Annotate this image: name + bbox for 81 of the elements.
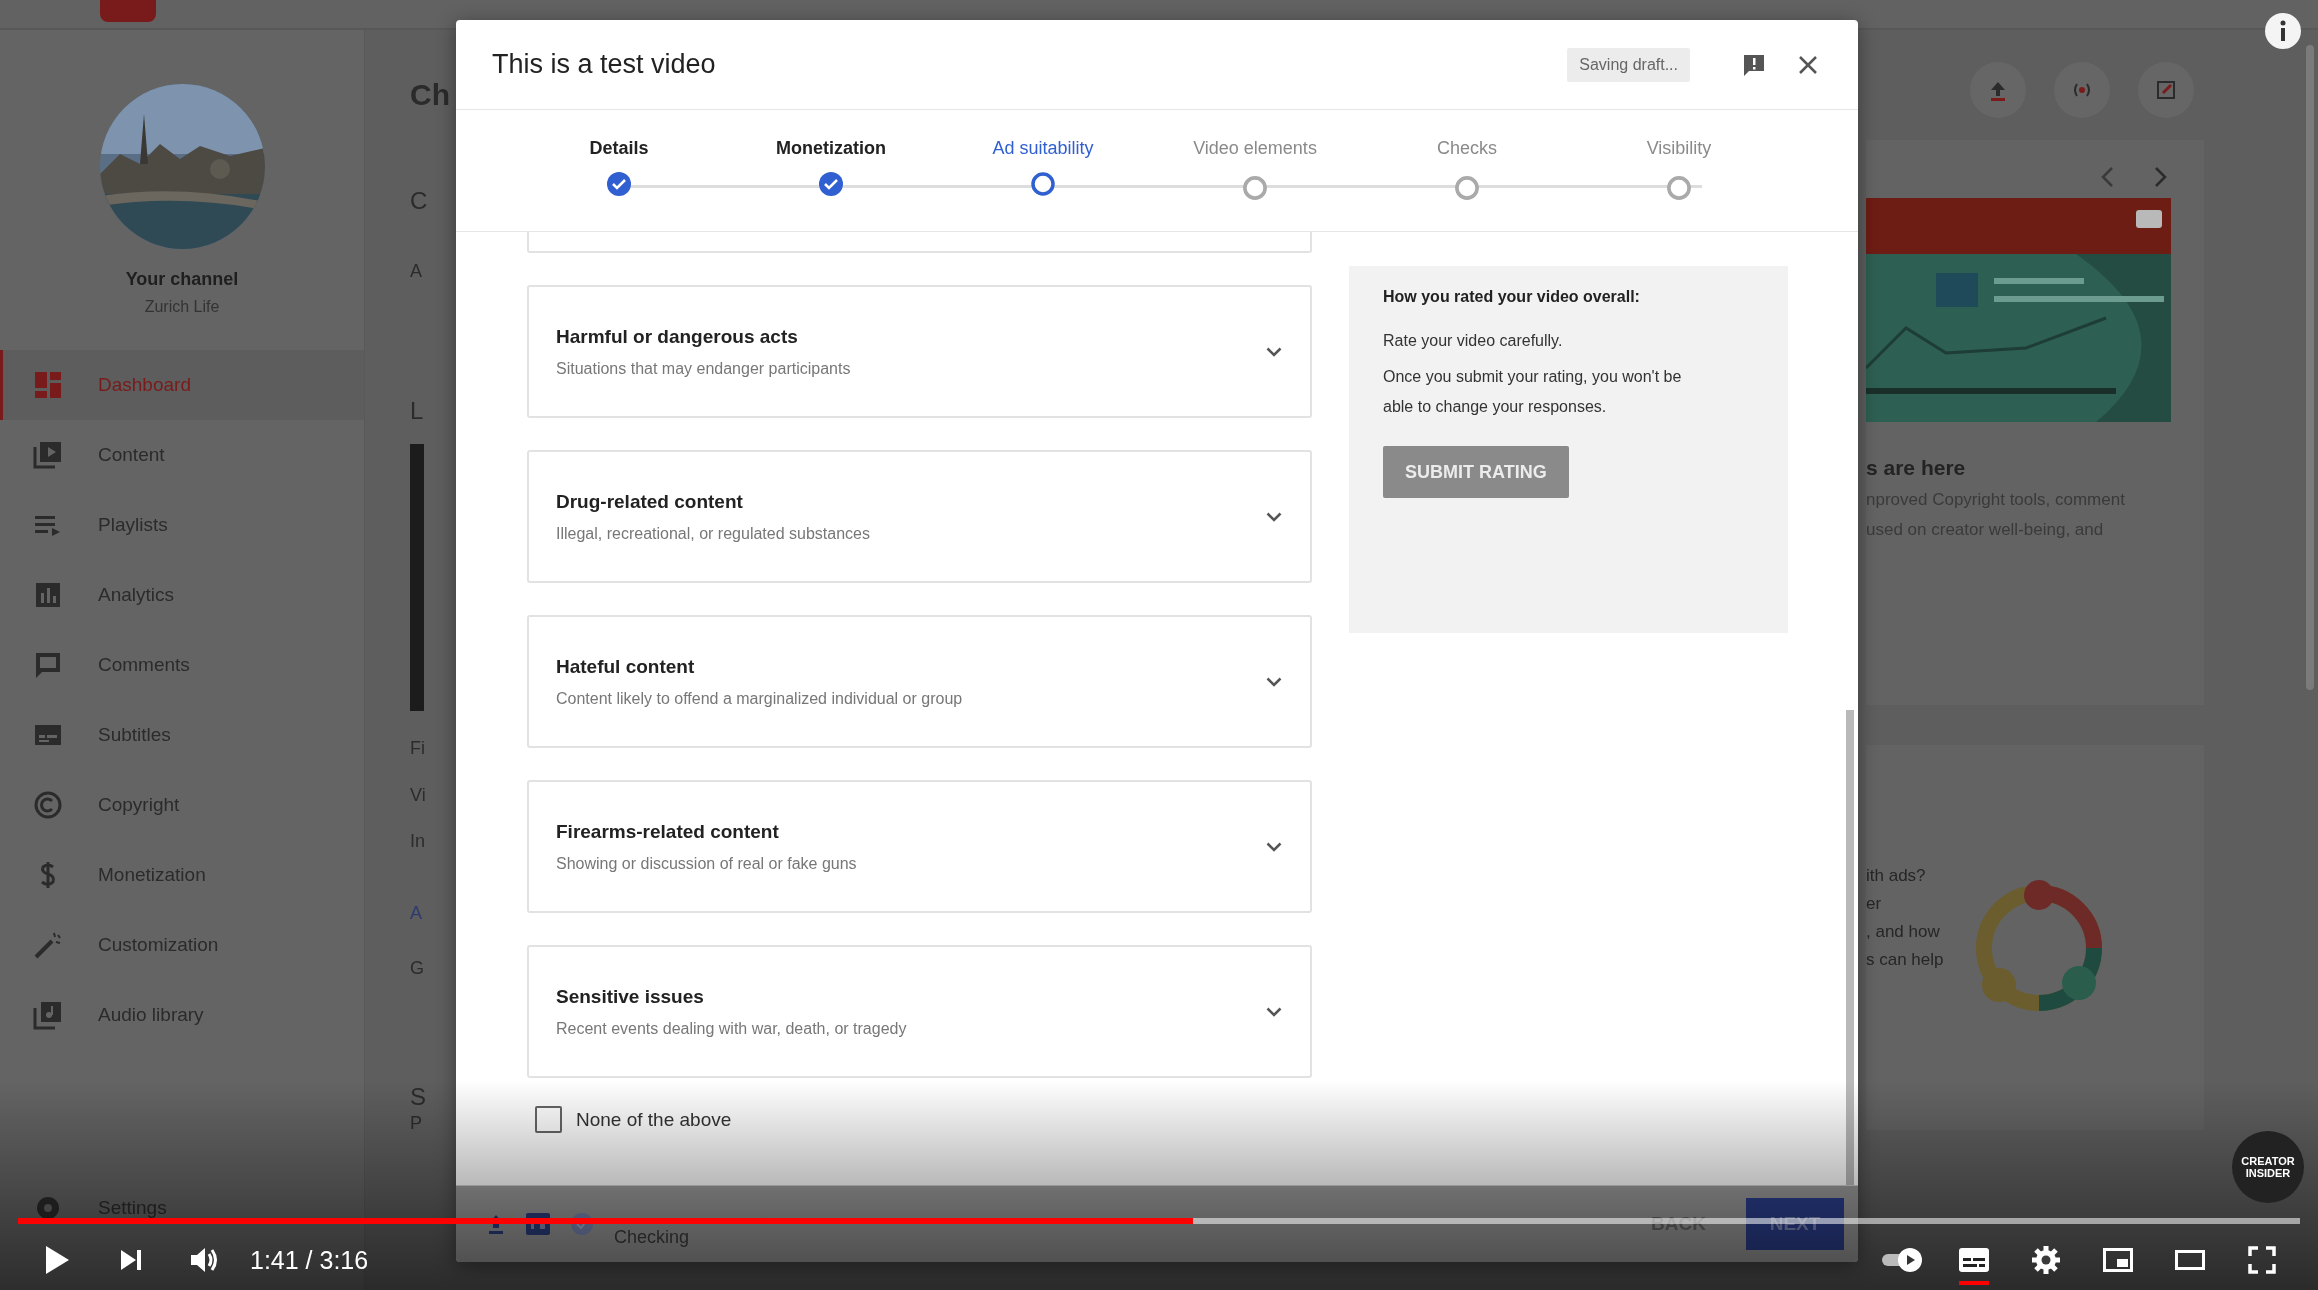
checkbox-label: None of the above <box>576 1108 732 1131</box>
edit-icon[interactable] <box>2155 79 2177 101</box>
stepper-step[interactable]: Ad suitability <box>937 110 1149 231</box>
chevron-down-icon <box>1266 346 1282 357</box>
info-icon <box>2278 20 2288 42</box>
fullscreen-icon <box>2248 1246 2276 1274</box>
stepper-step[interactable]: Details <box>513 110 725 231</box>
chevron-down-icon <box>1266 676 1282 687</box>
info-button[interactable] <box>2265 13 2301 49</box>
category-title: Drug-related content <box>556 490 744 513</box>
chevron-left-icon <box>2100 166 2114 188</box>
chevron-right-icon <box>2154 166 2168 188</box>
miniplayer-icon <box>2103 1248 2133 1272</box>
nav-item[interactable]: Dashboard <box>0 350 364 420</box>
music-icon <box>32 999 64 1031</box>
category-description: Showing or discussion of real or fake guns <box>556 854 858 873</box>
nav-item[interactable]: Audio library <box>0 980 364 1050</box>
copyright-icon <box>32 789 64 821</box>
category-card[interactable]: Sensitive issues Recent events dealing with war, death, or tragedy <box>527 945 1312 1078</box>
toggle-icon <box>1880 1247 1924 1273</box>
chevron-down-icon <box>1266 511 1282 522</box>
category-description: Situations that may endanger participants <box>556 359 852 378</box>
next-icon <box>119 1248 143 1272</box>
card-text: ith ads? <box>1866 865 1927 886</box>
category-title: Sensitive issues <box>556 985 705 1008</box>
nav-item[interactable]: Content <box>0 420 364 490</box>
chevron-down-icon <box>1266 841 1282 852</box>
nav-item[interactable]: Analytics <box>0 560 364 630</box>
logo-icon <box>100 0 156 22</box>
theater-mode-icon <box>2175 1250 2205 1270</box>
nav-item[interactable]: Customization <box>0 910 364 980</box>
category-title: Hateful content <box>556 655 696 678</box>
circle-icon <box>1666 175 1692 201</box>
category-title: Firearms-related content <box>556 820 780 843</box>
card-text: , and how <box>1866 921 1941 942</box>
card-text: er <box>1866 893 1883 914</box>
ring-icon <box>1030 171 1056 197</box>
channel-label: Your channel <box>124 269 240 290</box>
subtitles-icon <box>1959 1248 1989 1272</box>
badge-text: INSIDER <box>2245 1167 2291 1179</box>
stepper-step[interactable]: Checks <box>1361 110 1573 231</box>
stepper-step[interactable]: Video elements <box>1149 110 1361 231</box>
card-title: s are here <box>1866 456 1967 480</box>
time-display: 1:41 / 3:16 <box>250 1245 369 1275</box>
panel-text: Rate your video carefully. <box>1383 331 1563 351</box>
dashboard-icon <box>32 369 64 401</box>
nav-item[interactable]: Comments <box>0 630 364 700</box>
play-icon <box>44 1245 70 1275</box>
nav-item[interactable]: Playlists <box>0 490 364 560</box>
check-circle-icon <box>818 171 844 197</box>
category-card[interactable]: Hateful content Content likely to offend a marginalized individual or group <box>527 615 1312 748</box>
video-icon <box>32 439 64 471</box>
card-text: s can help <box>1866 949 1944 970</box>
channel-badge[interactable]: CREATOR INSIDER <box>2232 1131 2304 1203</box>
stepper-step[interactable]: Visibility <box>1573 110 1785 231</box>
category-description: Content likely to offend a marginalized individual or group <box>556 689 964 708</box>
close-icon <box>1797 53 1819 76</box>
panel-text: Once you submit your rating, you won't be able to change your responses. <box>1383 367 1683 417</box>
chevron-down-icon <box>1266 1006 1282 1017</box>
settings-icon <box>2031 1245 2061 1275</box>
stepper-step[interactable]: Monetization <box>725 110 937 231</box>
scrollbar[interactable] <box>2306 45 2314 690</box>
status-text: Checking <box>614 1225 691 1248</box>
category-card[interactable]: Firearms-related content Showing or discussion of real or fake guns <box>527 780 1312 913</box>
category-card[interactable]: Harmful or dangerous acts Situations that may endanger participants <box>527 285 1312 418</box>
nav-item[interactable]: Subtitles <box>0 700 364 770</box>
badge-text: CREATOR <box>2241 1155 2295 1167</box>
dialog-title: This is a test video <box>492 49 717 80</box>
nav-item[interactable]: Copyright <box>0 770 364 840</box>
category-description: Recent events dealing with war, death, or tragedy <box>556 1019 908 1038</box>
checkbox[interactable] <box>535 1106 562 1133</box>
status-chip: Saving draft... <box>1567 47 1690 82</box>
category-title: Harmful or dangerous acts <box>556 325 799 348</box>
category-description: Illegal, recreational, or regulated substances <box>556 524 871 543</box>
circle-icon <box>1242 175 1268 201</box>
category-card[interactable]: Drug-related content Illegal, recreational, or regulated substances <box>527 450 1312 583</box>
nav-item[interactable]: Monetization <box>0 840 364 910</box>
circle-icon <box>1454 175 1480 201</box>
scrollbar[interactable] <box>1846 710 1854 1185</box>
check-circle-icon <box>606 171 632 197</box>
panel-heading: How you rated your video overall: <box>1383 288 1640 306</box>
